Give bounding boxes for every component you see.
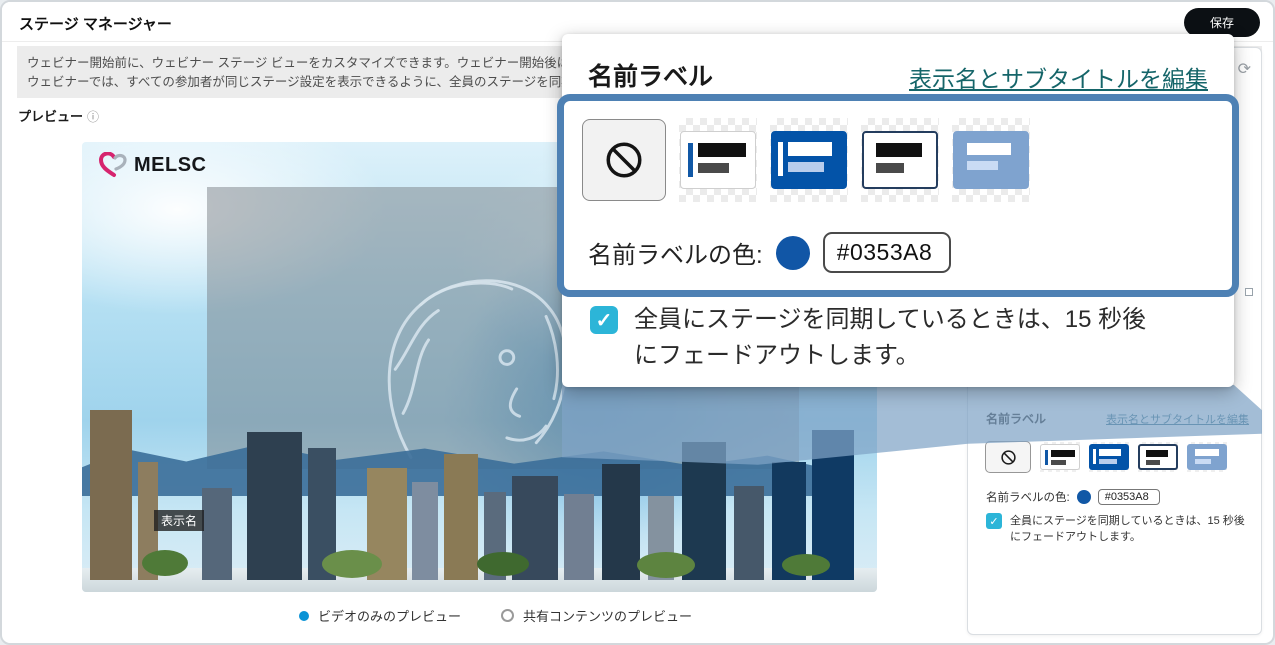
page-title: ステージ マネージャー bbox=[19, 13, 172, 34]
callout-sync-line1: 全員にステージを同期しているときは、15 秒後 bbox=[634, 302, 1146, 338]
callout-color-hex-input[interactable] bbox=[823, 232, 951, 273]
sidebar-color-label: 名前ラベルの色: bbox=[986, 489, 1070, 505]
radio-selected-icon[interactable] bbox=[299, 611, 309, 621]
callout-style-light-left-accent[interactable] bbox=[680, 131, 756, 189]
callout-style-light-outlined[interactable] bbox=[862, 131, 938, 189]
app-window: ステージ マネージャー 保存 ウェビナー開始前に、ウェビナー ステージ ビューを… bbox=[0, 0, 1275, 645]
sidebar-style-light-outlined[interactable] bbox=[1138, 444, 1178, 470]
sidebar-name-label-heading: 名前ラベル bbox=[986, 410, 1046, 427]
sidebar-name-label-color-row: 名前ラベルの色: bbox=[986, 489, 1160, 505]
sidebar-fadeout-option: ✓ 全員にステージを同期しているときは、15 秒後 にフェードアウトします。 bbox=[986, 513, 1245, 545]
sidebar-style-light-left-accent[interactable] bbox=[1040, 444, 1080, 470]
name-label-zoom-callout: 名前ラベル 表示名とサブタイトルを編集 bbox=[562, 34, 1234, 387]
radio-shared-content-label: 共有コンテンツのプレビュー bbox=[523, 606, 692, 625]
refresh-icon[interactable]: ⟳ bbox=[1238, 62, 1251, 78]
preview-section-label: プレビューⓘ bbox=[18, 106, 99, 125]
sidebar-style-none-button[interactable] bbox=[985, 441, 1031, 473]
save-button[interactable]: 保存 bbox=[1184, 8, 1260, 37]
sidebar-style-blue-left-accent[interactable] bbox=[1089, 444, 1129, 470]
callout-edit-display-name-link[interactable]: 表示名とサブタイトルを編集 bbox=[909, 60, 1208, 94]
heart-logo-icon bbox=[98, 152, 128, 178]
brand-logo: MELSC bbox=[98, 152, 207, 178]
radio-video-only[interactable]: ビデオのみのプレビュー bbox=[299, 606, 461, 625]
callout-label-style-options bbox=[582, 118, 1030, 202]
sidebar-sync-line2: にフェードアウトします。 bbox=[1010, 529, 1245, 545]
annotation-resize-handle[interactable] bbox=[1245, 288, 1253, 296]
sidebar-label-style-options bbox=[985, 441, 1227, 473]
sidebar-fadeout-checkbox[interactable]: ✓ bbox=[986, 513, 1002, 529]
callout-style-none-button[interactable] bbox=[582, 119, 666, 201]
radio-unselected-icon[interactable] bbox=[501, 609, 514, 622]
callout-style-blue-left-accent[interactable] bbox=[771, 131, 847, 189]
callout-fadeout-option: ✓ 全員にステージを同期しているときは、15 秒後 にフェードアウトします。 bbox=[590, 302, 1146, 374]
prohibition-icon bbox=[1000, 449, 1017, 466]
sidebar-color-swatch[interactable] bbox=[1077, 490, 1091, 504]
sidebar-color-hex-input[interactable] bbox=[1098, 489, 1160, 505]
info-icon[interactable]: ⓘ bbox=[87, 110, 99, 124]
prohibition-icon bbox=[603, 139, 645, 181]
sidebar-name-label-header: 名前ラベル 表示名とサブタイトルを編集 bbox=[986, 410, 1249, 427]
brand-logo-text: MELSC bbox=[134, 154, 207, 177]
callout-name-label-color-row: 名前ラベルの色: bbox=[588, 232, 951, 273]
callout-sync-line2: にフェードアウトします。 bbox=[634, 338, 1146, 374]
callout-fadeout-checkbox[interactable]: ✓ bbox=[590, 306, 618, 334]
callout-style-translucent-blue[interactable] bbox=[953, 131, 1029, 189]
callout-color-swatch[interactable] bbox=[776, 236, 810, 270]
radio-shared-content[interactable]: 共有コンテンツのプレビュー bbox=[501, 606, 692, 625]
sidebar-edit-display-name-link[interactable]: 表示名とサブタイトルを編集 bbox=[1106, 411, 1249, 427]
sidebar-sync-line1: 全員にステージを同期しているときは、15 秒後 bbox=[1010, 513, 1245, 529]
preview-mode-radios: ビデオのみのプレビュー 共有コンテンツのプレビュー bbox=[299, 606, 692, 625]
radio-video-only-label: ビデオのみのプレビュー bbox=[318, 606, 461, 625]
callout-name-label-heading: 名前ラベル bbox=[588, 57, 713, 93]
display-name-label: 表示名 bbox=[154, 510, 204, 531]
callout-color-label: 名前ラベルの色: bbox=[588, 235, 763, 270]
sidebar-style-translucent-blue[interactable] bbox=[1187, 444, 1227, 470]
